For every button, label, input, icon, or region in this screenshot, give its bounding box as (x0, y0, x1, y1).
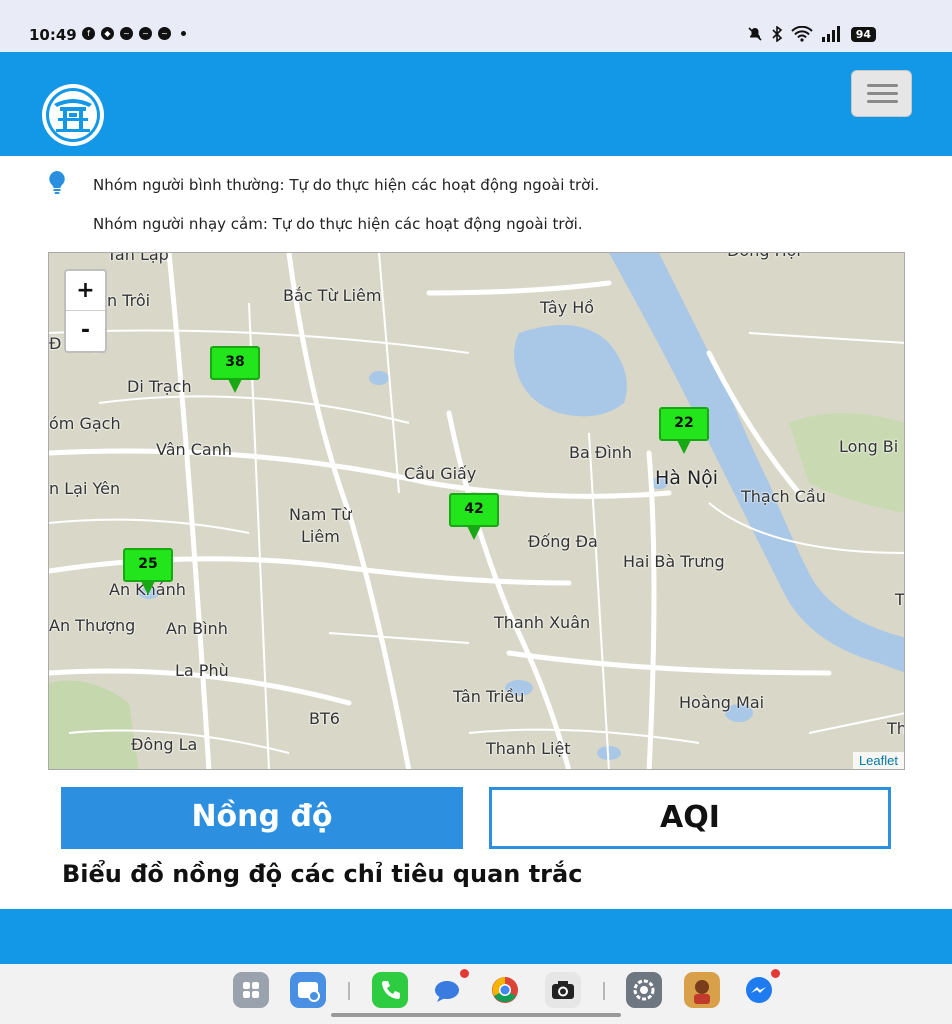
map-label: Cầu Giấy (404, 464, 477, 483)
map-label: Thạch Cầu (741, 487, 826, 506)
station-marker[interactable]: 25 (123, 548, 175, 598)
messenger-icon: ~ (120, 27, 133, 40)
map-label: An Thượng (49, 616, 136, 635)
map-label: Hoàng Mai (679, 693, 765, 712)
section-title: Biểu đồ nồng độ các chỉ tiêu quan trắc (62, 860, 583, 888)
station-marker[interactable]: 22 (659, 407, 711, 457)
map-label: Đông La (131, 735, 198, 754)
tab-aqi[interactable]: AQI (489, 787, 891, 849)
station-value: 42 (449, 493, 499, 527)
map-label: n Trôi (107, 291, 151, 310)
station-marker[interactable]: 38 (210, 346, 262, 396)
station-value: 22 (659, 407, 709, 441)
zoom-out-button[interactable]: - (66, 311, 105, 351)
lightbulb-icon (49, 171, 65, 194)
chrome-app-icon[interactable] (487, 972, 523, 1008)
messenger-alt-icon: ◆ (101, 27, 114, 40)
station-value: 25 (123, 548, 173, 582)
advice-normal-group: Nhóm người bình thường: Tự do thực hiện … (93, 176, 600, 194)
status-time: 10:49 (29, 26, 77, 44)
site-footer (0, 909, 952, 964)
signal-icon (821, 26, 840, 42)
map-label: Ba Đình (569, 443, 632, 462)
menu-toggle-button[interactable] (851, 70, 912, 117)
map-label: Liêm (301, 527, 340, 546)
notification-badge (771, 969, 780, 978)
map-label: T (895, 590, 905, 609)
map-label: Tây Hồ (540, 298, 595, 317)
messenger-icon: ~ (139, 27, 152, 40)
map-label: Tân Triều (453, 687, 525, 706)
map-label: Tân Lập (107, 252, 169, 264)
messages-app-icon[interactable] (430, 969, 469, 1008)
messenger-app-icon[interactable] (741, 969, 780, 1008)
air-quality-map[interactable]: Tân Lập n Trôi Bắc Từ Liêm Tây Hồ Đông H… (48, 252, 905, 770)
tab-concentration[interactable]: Nồng độ (61, 787, 463, 849)
phone-app-icon[interactable] (372, 972, 408, 1008)
station-value: 38 (210, 346, 260, 380)
settings-app-icon[interactable] (626, 972, 662, 1008)
map-label: Hai Bà Trưng (623, 552, 725, 571)
camera-app-icon[interactable] (545, 972, 581, 1008)
map-label: Vân Canh (156, 440, 232, 459)
map-label: Bắc Từ Liêm (283, 286, 382, 305)
station-marker[interactable]: 42 (449, 493, 501, 543)
map-label: Di Trạch (127, 377, 192, 396)
home-indicator[interactable] (331, 1013, 621, 1017)
map-label: BT6 (309, 709, 340, 728)
map-label: n Lại Yên (49, 479, 121, 498)
map-label: Thanh Liệt (486, 739, 571, 758)
map-label: Th (887, 719, 905, 738)
notification-icons: f ◆ ~ ~ ~ (82, 27, 186, 40)
map-label: Đống Đa (528, 532, 598, 551)
map-label: Nam Từ (289, 505, 352, 524)
status-bar: 10:49 f ◆ ~ ~ ~ 94 (0, 0, 952, 52)
map-label: An Bình (166, 619, 228, 638)
hanoi-logo[interactable] (40, 82, 106, 148)
zoom-control: + - (64, 269, 107, 353)
more-notifications-dot (181, 31, 186, 36)
messenger-icon: ~ (158, 27, 171, 40)
map-label: Hà Nội (655, 467, 719, 489)
site-header (0, 52, 952, 156)
map-label: La Phù (175, 661, 229, 680)
battery-indicator: 94 (850, 26, 876, 42)
files-app-icon[interactable] (290, 972, 326, 1008)
notification-badge (460, 969, 469, 978)
wifi-icon (790, 26, 813, 42)
system-icons: 94 (747, 26, 876, 42)
leaflet-attribution-link[interactable]: Leaflet (852, 752, 904, 769)
facebook-icon: f (82, 27, 95, 40)
zoom-in-button[interactable]: + (66, 271, 105, 311)
advice-sensitive-group: Nhóm người nhạy cảm: Tự do thực hiện các… (93, 215, 583, 233)
app-drawer-icon[interactable] (233, 972, 269, 1008)
bluetooth-icon (772, 26, 782, 42)
map-label: Long Bi (839, 437, 899, 456)
game-app-icon[interactable] (684, 972, 720, 1008)
map-label: Thanh Xuân (494, 613, 591, 632)
mute-icon (748, 27, 762, 41)
map-label: óm Gạch (49, 414, 121, 433)
map-label: Đông Hội (727, 253, 801, 260)
